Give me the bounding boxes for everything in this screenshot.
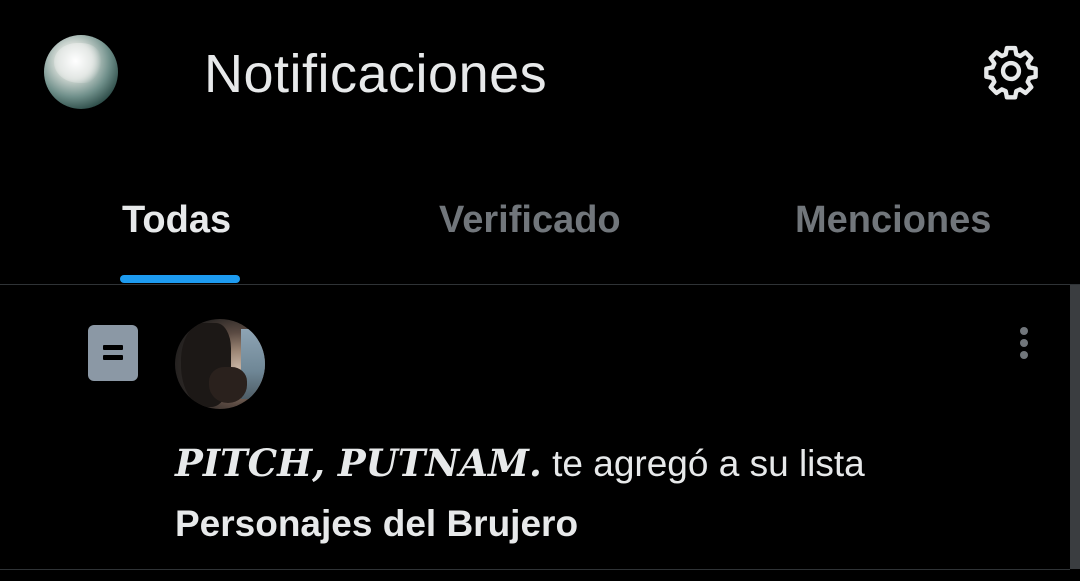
tab-todas[interactable]: Todas <box>122 196 231 244</box>
app-header: Notificaciones <box>0 0 1080 150</box>
more-vertical-icon <box>1020 327 1028 335</box>
more-vertical-icon <box>1020 339 1028 347</box>
tab-bar: Todas Verificado Menciones <box>0 180 1080 285</box>
notification-item[interactable]: PITCH, PUTNAM. te agregó a su lista Pers… <box>0 285 1070 570</box>
scrollbar[interactable] <box>1070 285 1080 569</box>
more-vertical-icon <box>1020 351 1028 359</box>
page-title: Notificaciones <box>204 44 548 104</box>
list-icon <box>88 325 138 381</box>
list-icon-line <box>103 355 123 360</box>
user-name-link[interactable]: PITCH, PUTNAM. <box>175 441 542 485</box>
list-icon-line <box>103 345 123 350</box>
user-avatar[interactable] <box>175 319 265 409</box>
list-name-link[interactable]: Personajes del Brujero <box>175 503 578 544</box>
action-text: te agregó a su lista <box>541 443 865 484</box>
active-tab-indicator <box>120 275 240 283</box>
tab-verificado[interactable]: Verificado <box>439 196 621 244</box>
avatar-beard <box>209 367 247 403</box>
tab-menciones[interactable]: Menciones <box>795 196 991 244</box>
avatar-image-detail <box>54 43 102 83</box>
more-options-button[interactable] <box>1010 323 1038 363</box>
notification-text: PITCH, PUTNAM. te agregó a su lista Pers… <box>175 433 1055 554</box>
profile-avatar[interactable] <box>44 35 118 109</box>
gear-icon <box>984 45 1038 100</box>
settings-button[interactable] <box>980 40 1042 102</box>
